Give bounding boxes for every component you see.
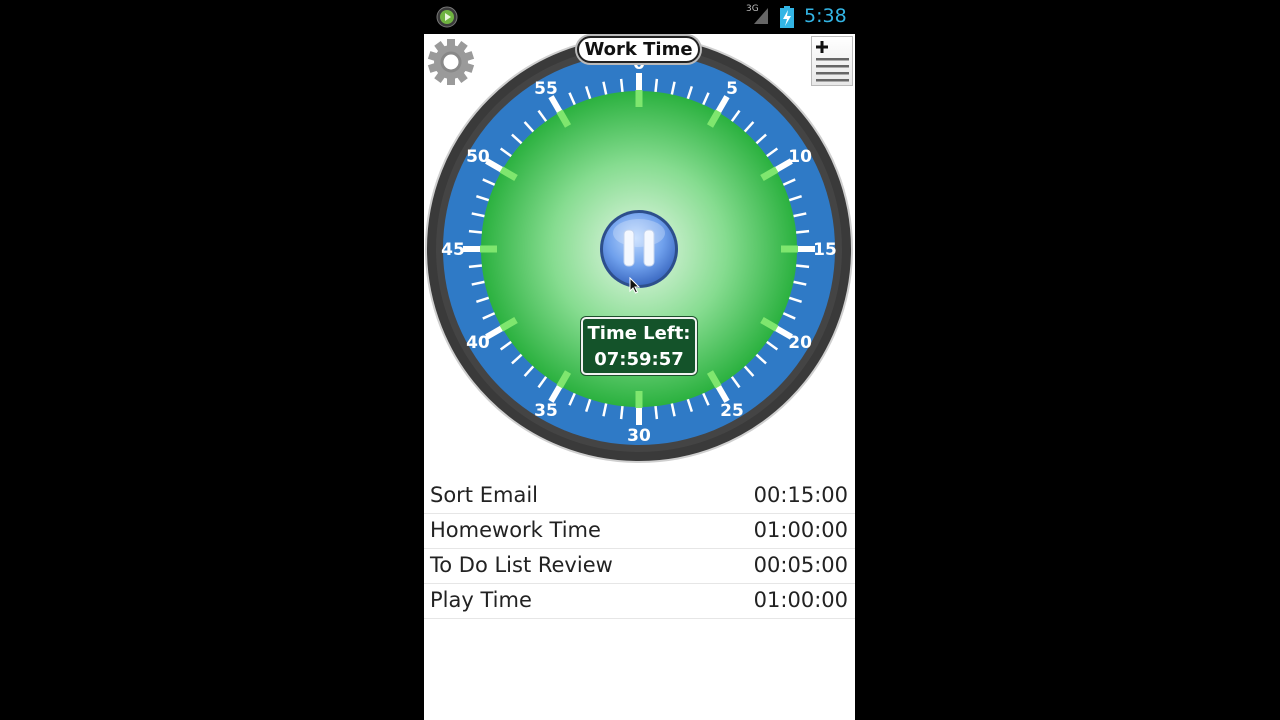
- timer-name: Play Time: [430, 588, 532, 612]
- timer-duration: 00:15:00: [753, 483, 848, 507]
- timer-list: Sort Email 00:15:00 Homework Time 01:00:00 T…: [424, 479, 855, 619]
- dial-minor-tick: [796, 229, 810, 234]
- add-timer-button[interactable]: [811, 36, 853, 86]
- timer-list-item[interactable]: Homework Time 01:00:00: [424, 514, 855, 549]
- timer-list-item[interactable]: To Do List Review 00:05:00: [424, 549, 855, 584]
- dial-number: 40: [466, 333, 490, 353]
- timer-name: To Do List Review: [430, 553, 613, 577]
- dial-minor-tick: [619, 78, 624, 92]
- dial-number: 55: [534, 79, 558, 99]
- timer-duration: 01:00:00: [753, 588, 848, 612]
- dial-minor-tick: [654, 78, 659, 92]
- dial-minor-tick: [619, 406, 624, 420]
- dial-minor-tick: [654, 406, 659, 420]
- mouse-cursor-icon: [629, 277, 641, 294]
- dial-number: 5: [726, 79, 738, 99]
- phone-screen: 3G 5:38 0 5 10 15 20 25 30 35 40 45 50 5…: [424, 0, 855, 720]
- timer-list-item[interactable]: Sort Email 00:15:00: [424, 479, 855, 514]
- dial-number: 25: [720, 401, 744, 421]
- time-left-display: Time Left: 07:59:57: [581, 317, 697, 375]
- time-left-value: 07:59:57: [594, 349, 684, 370]
- dial-number: 35: [534, 401, 558, 421]
- time-left-label: Time Left:: [587, 323, 691, 344]
- timer-duration: 01:00:00: [753, 518, 848, 542]
- add-list-icon: [816, 41, 849, 82]
- play-store-notification-icon: [436, 6, 458, 28]
- timer-app: 0 5 10 15 20 25 30 35 40 45 50 55 Work Time: [424, 34, 855, 720]
- timer-name: Homework Time: [430, 518, 601, 542]
- dial-number: 45: [441, 240, 465, 260]
- dial-number: 20: [788, 333, 812, 353]
- dial-number: 50: [466, 147, 490, 167]
- dial-number: 10: [788, 147, 812, 167]
- dial-number: 30: [627, 426, 651, 446]
- timer-duration: 00:05:00: [753, 553, 848, 577]
- dial-minor-tick: [468, 264, 482, 269]
- timer-title[interactable]: Work Time: [577, 36, 700, 63]
- timer-list-item[interactable]: Play Time 01:00:00: [424, 584, 855, 619]
- dial-number: 15: [813, 240, 837, 260]
- timer-name: Sort Email: [430, 483, 538, 507]
- dial-minor-tick: [796, 264, 810, 269]
- settings-gear-button[interactable]: [426, 37, 476, 87]
- dial-minor-tick: [468, 229, 482, 234]
- battery-charging-icon: [780, 6, 794, 28]
- status-bar: 3G 5:38: [424, 0, 855, 34]
- signal-icon: [754, 8, 768, 24]
- status-clock: 5:38: [804, 5, 847, 27]
